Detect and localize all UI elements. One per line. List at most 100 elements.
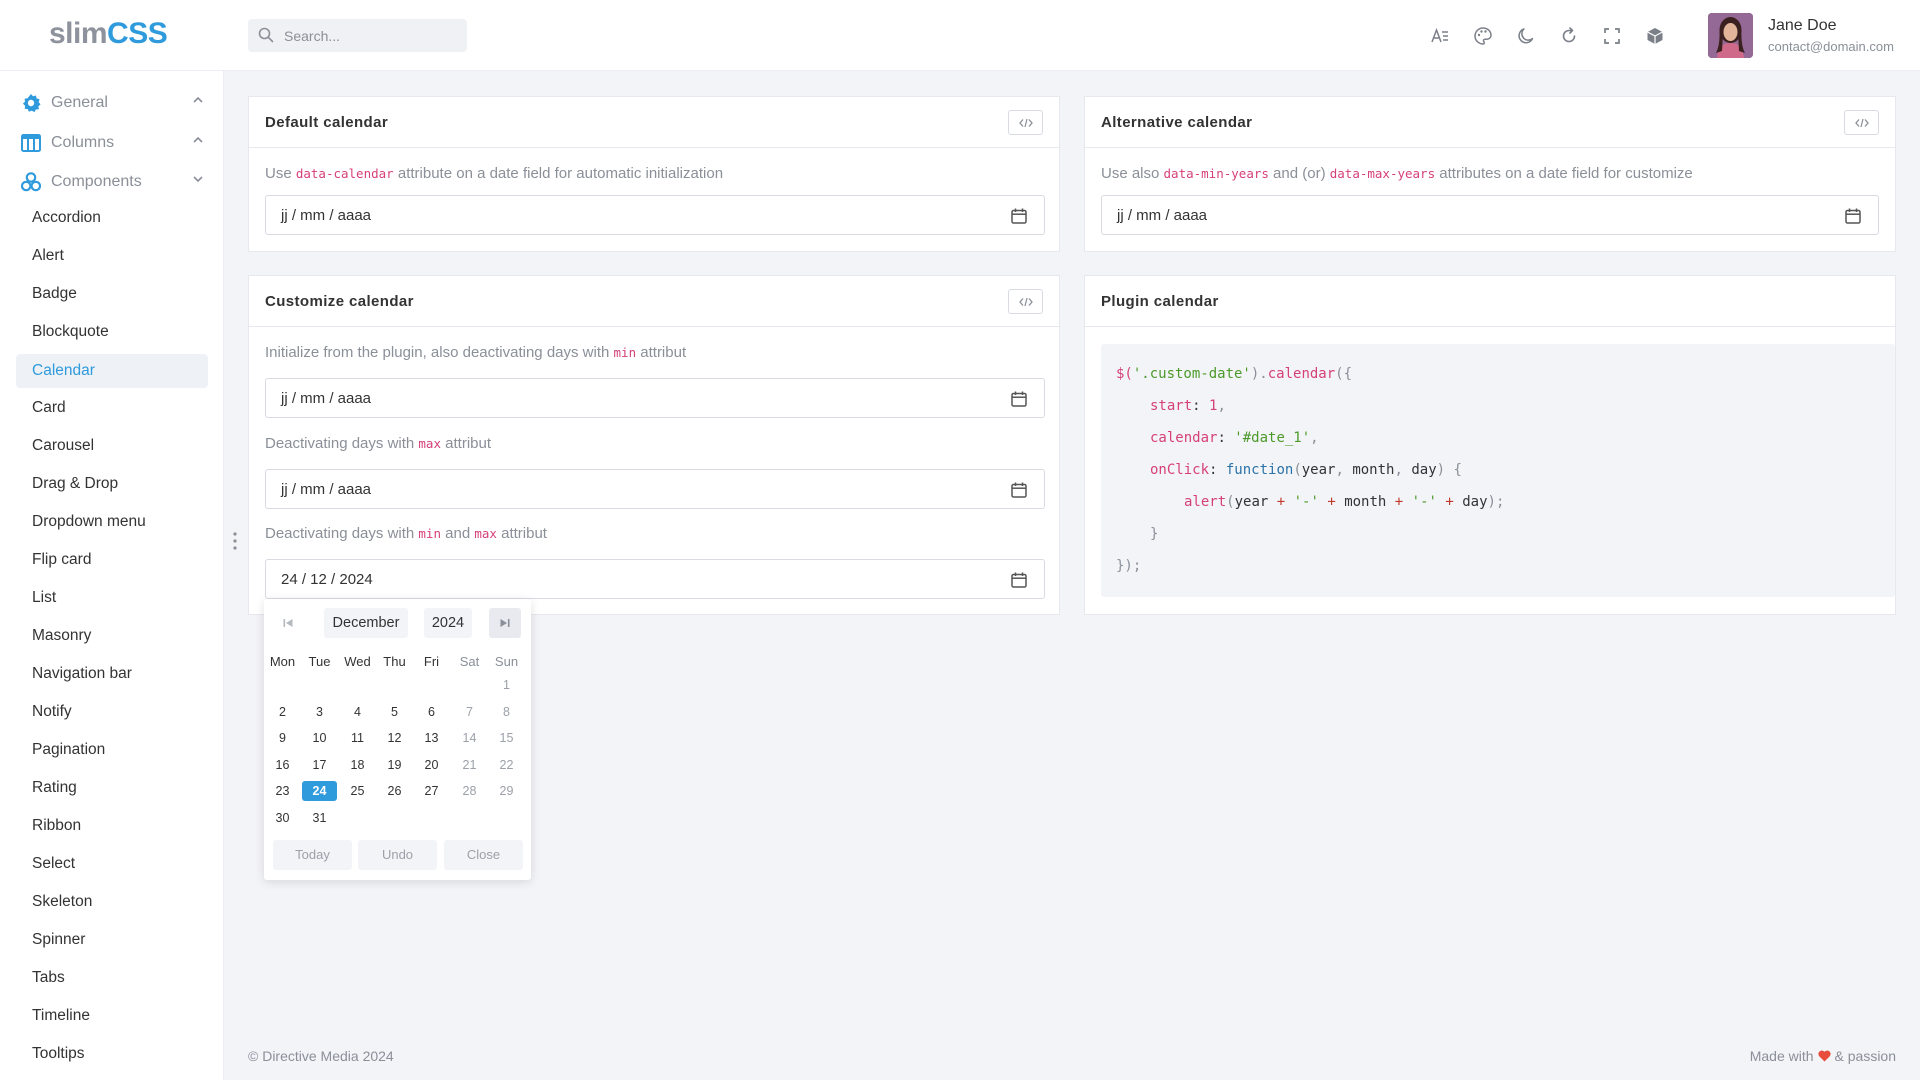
calendar-day[interactable]: 7 [452, 702, 487, 722]
calendar-day[interactable]: 28 [452, 781, 487, 801]
customize-calendar-card: Customize calendar Initialize from the p… [248, 275, 1060, 615]
sidebar-section-components[interactable]: Components [20, 169, 204, 195]
sidebar-item-alert[interactable]: Alert [16, 239, 208, 273]
calendar-icon[interactable] [1010, 390, 1028, 408]
calendar-day[interactable]: 18 [340, 755, 375, 775]
moon-icon[interactable] [1514, 24, 1537, 47]
today-button[interactable]: Today [273, 840, 352, 870]
sidebar-item-dropdown-menu[interactable]: Dropdown menu [16, 505, 208, 539]
card-title: Alternative calendar [1101, 114, 1253, 131]
date-field[interactable]: jj / mm / aaaa [265, 195, 1045, 235]
card-title: Plugin calendar [1101, 293, 1219, 310]
sidebar-item-list[interactable]: List [16, 581, 208, 615]
sidebar-item-pagination[interactable]: Pagination [16, 733, 208, 767]
calendar-day[interactable]: 25 [340, 781, 375, 801]
next-month-button[interactable] [489, 608, 521, 638]
sidebar-item-accordion[interactable]: Accordion [16, 201, 208, 235]
view-code-button[interactable] [1008, 110, 1043, 135]
calendar-day[interactable]: 26 [377, 781, 412, 801]
calendar-day[interactable]: 19 [377, 755, 412, 775]
palette-icon[interactable] [1471, 24, 1494, 47]
fullscreen-icon[interactable] [1600, 24, 1623, 47]
date-field-min-max[interactable]: 24 / 12 / 2024 [265, 559, 1045, 599]
undo-button[interactable]: Undo [358, 840, 437, 870]
sidebar-item-select[interactable]: Select [16, 847, 208, 881]
sidebar-item-tooltips[interactable]: Tooltips [16, 1037, 208, 1071]
calendar-day[interactable]: 14 [452, 728, 487, 748]
card-title: Customize calendar [265, 293, 414, 310]
calendar-day[interactable]: 3 [302, 702, 337, 722]
calendar-day[interactable]: 20 [414, 755, 449, 775]
weekday-label: Wed [344, 654, 371, 669]
sidebar-resize-handle[interactable] [232, 531, 238, 551]
calendar-day[interactable]: 27 [414, 781, 449, 801]
date-field-max[interactable]: jj / mm / aaaa [265, 469, 1045, 509]
calendar-day[interactable]: 23 [265, 781, 300, 801]
sidebar-item-blockquote[interactable]: Blockquote [16, 315, 208, 349]
sidebar-item-flip-card[interactable]: Flip card [16, 543, 208, 577]
calendar-day[interactable]: 12 [377, 728, 412, 748]
calendar-day[interactable]: 6 [414, 702, 449, 722]
view-code-button[interactable] [1844, 110, 1879, 135]
calendar-day[interactable]: 2 [265, 702, 300, 722]
calendar-day[interactable]: 11 [340, 728, 375, 748]
calendar-day[interactable]: 31 [302, 808, 337, 828]
calendar-day[interactable]: 1 [489, 675, 524, 695]
calendar-icon[interactable] [1010, 571, 1028, 589]
calendar-day[interactable]: 9 [265, 728, 300, 748]
sidebar-item-ribbon[interactable]: Ribbon [16, 809, 208, 843]
search-box[interactable] [248, 19, 467, 52]
columns-icon [20, 132, 42, 154]
package-icon[interactable] [1643, 24, 1666, 47]
view-code-button[interactable] [1008, 289, 1043, 314]
calendar-day[interactable]: 10 [302, 728, 337, 748]
sidebar-item-tabs[interactable]: Tabs [16, 961, 208, 995]
calendar-day[interactable]: 17 [302, 755, 337, 775]
calendar-day[interactable]: 13 [414, 728, 449, 748]
sidebar-item-drag-drop[interactable]: Drag & Drop [16, 467, 208, 501]
calendar-day[interactable]: 30 [265, 808, 300, 828]
sidebar-item-timeline[interactable]: Timeline [16, 999, 208, 1033]
date-value: jj / mm / aaaa [281, 390, 372, 407]
previous-month-button[interactable] [272, 608, 304, 638]
calendar-day[interactable]: 16 [265, 755, 300, 775]
sidebar-item-navigation-bar[interactable]: Navigation bar [16, 657, 208, 691]
date-field-min[interactable]: jj / mm / aaaa [265, 378, 1045, 418]
calendar-icon[interactable] [1844, 207, 1862, 225]
logo[interactable]: slimCSS [49, 17, 168, 51]
sidebar-section-columns[interactable]: Columns [20, 130, 204, 156]
year-select[interactable]: 2024 [424, 608, 472, 638]
calendar-day[interactable]: 29 [489, 781, 524, 801]
calendar-day[interactable]: 21 [452, 755, 487, 775]
sidebar-item-spinner[interactable]: Spinner [16, 923, 208, 957]
date-field[interactable]: jj / mm / aaaa [1101, 195, 1879, 235]
search-input[interactable] [284, 19, 459, 52]
sidebar-item-notify[interactable]: Notify [16, 695, 208, 729]
sidebar-item-rating[interactable]: Rating [16, 771, 208, 805]
calendar-day[interactable]: 5 [377, 702, 412, 722]
card-header: Alternative calendar [1085, 97, 1895, 148]
footer-passion: & passion [1834, 1048, 1896, 1064]
calendar-day[interactable]: 4 [340, 702, 375, 722]
calendar-day[interactable]: 22 [489, 755, 524, 775]
avatar[interactable] [1708, 13, 1753, 58]
calendar-day[interactable]: 15 [489, 728, 524, 748]
close-button[interactable]: Close [444, 840, 523, 870]
sidebar-item-badge[interactable]: Badge [16, 277, 208, 311]
sidebar-item-calendar[interactable]: Calendar [16, 354, 208, 388]
sidebar-item-masonry[interactable]: Masonry [16, 619, 208, 653]
user-name[interactable]: Jane Doe [1768, 17, 1837, 35]
calendar-day[interactable]: 8 [489, 702, 524, 722]
calendar-day-selected[interactable]: 24 [302, 781, 337, 801]
gear-icon [20, 92, 42, 114]
text-size-icon[interactable] [1428, 24, 1451, 47]
sidebar-section-general[interactable]: General [20, 90, 204, 116]
sidebar-item-carousel[interactable]: Carousel [16, 429, 208, 463]
refresh-icon[interactable] [1557, 24, 1580, 47]
month-select[interactable]: December [324, 608, 408, 638]
card-description: Use data-calendar attribute on a date fi… [265, 165, 724, 182]
calendar-icon[interactable] [1010, 207, 1028, 225]
calendar-icon[interactable] [1010, 481, 1028, 499]
sidebar-item-card[interactable]: Card [16, 391, 208, 425]
sidebar-item-skeleton[interactable]: Skeleton [16, 885, 208, 919]
